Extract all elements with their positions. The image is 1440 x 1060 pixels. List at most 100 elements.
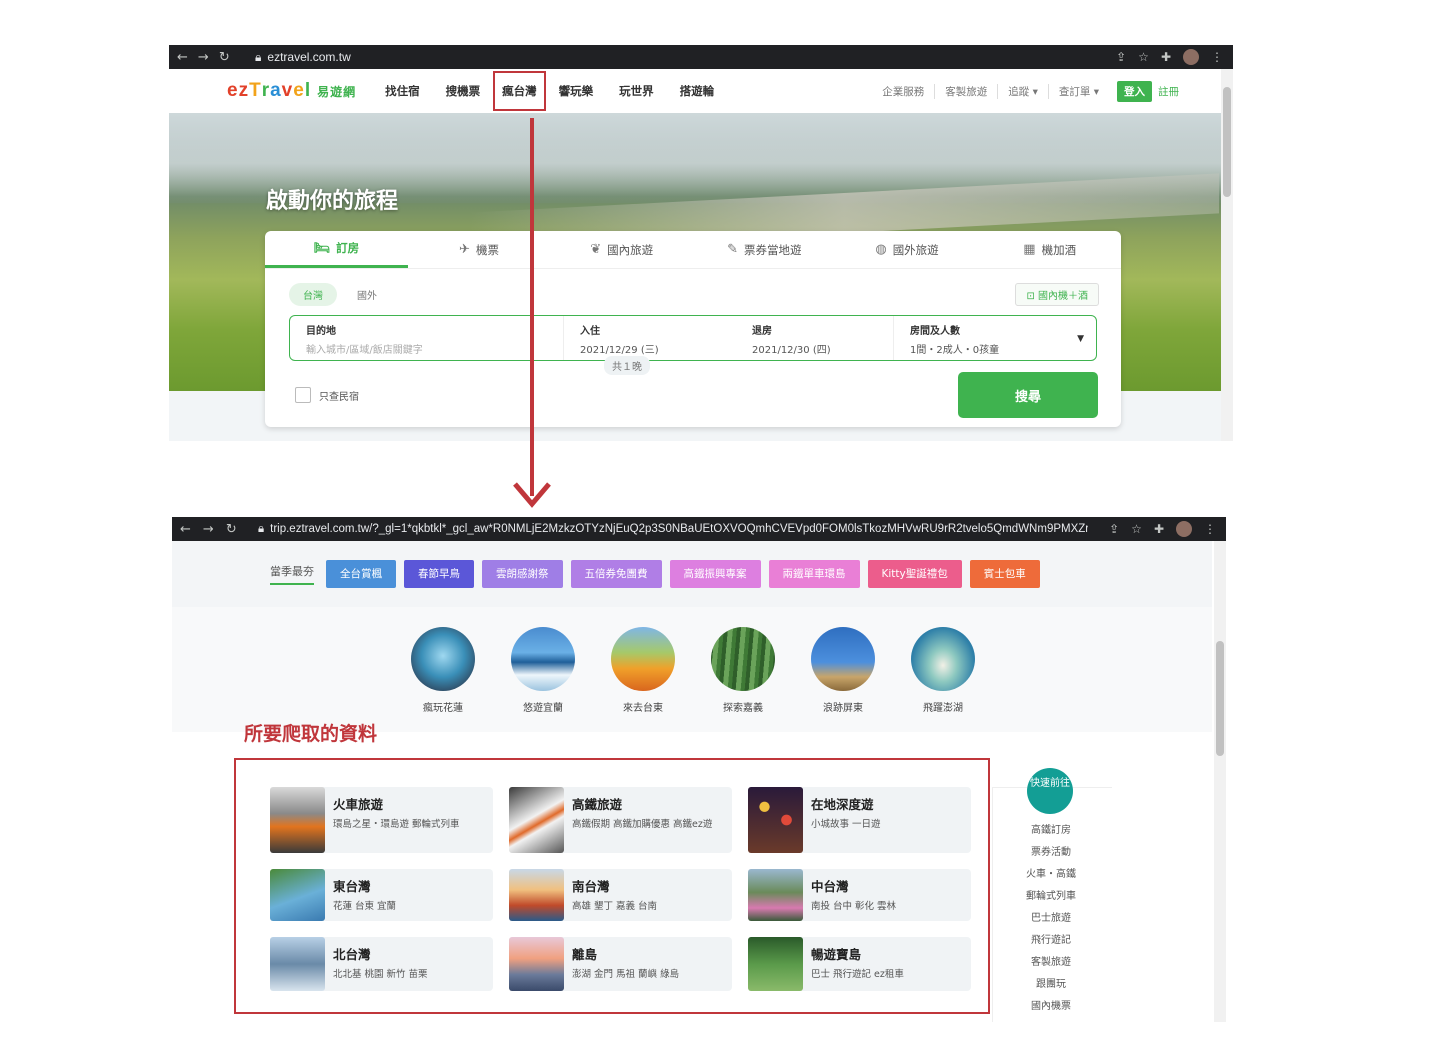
season-chip[interactable]: 賓士包車 bbox=[969, 560, 1040, 588]
scrollbar[interactable] bbox=[1214, 541, 1226, 1022]
reload-icon[interactable]: ↻ bbox=[226, 522, 237, 537]
share-icon[interactable]: ⇪ bbox=[1116, 50, 1126, 64]
puzzle-icon[interactable]: ✚ bbox=[1161, 50, 1171, 64]
hero-title: 啟動你的旅程 bbox=[266, 189, 399, 214]
homestay-checkbox[interactable]: 只查民宿 bbox=[295, 387, 359, 403]
logo[interactable]: ez Tr a v e l 易遊網 bbox=[227, 80, 356, 102]
quick-badge: 快速前往 bbox=[1027, 768, 1073, 814]
search-button[interactable]: 搜尋 bbox=[958, 372, 1098, 418]
corporate-link[interactable]: 企業服務 bbox=[872, 83, 936, 99]
tab-flight[interactable]: ✈︎ 機票 bbox=[408, 231, 551, 268]
chevron-down-icon: ▼ bbox=[1077, 334, 1084, 344]
share-icon[interactable]: ⇪ bbox=[1109, 522, 1119, 536]
destination-hualien[interactable]: 瘋玩花蓮 bbox=[411, 627, 475, 714]
product-card[interactable]: 北台灣 北北基 桃園 新竹 苗栗 bbox=[270, 937, 493, 991]
product-card[interactable]: 高鐵旅遊 高鐵假期 高鐵加購優惠 高鐵ez遊 bbox=[509, 787, 732, 853]
season-chip[interactable]: Kitty聖誕禮包 bbox=[867, 560, 962, 588]
suitcase-icon: ⊡ bbox=[1026, 291, 1038, 302]
arrow-line bbox=[530, 118, 534, 496]
homepage-screenshot: ← → ↻ 🔒︎ eztravel.com.tw ⇪ ☆ ✚ ⋮ ez Tr a v e… bbox=[169, 45, 1233, 441]
season-label: 當季最夯 bbox=[270, 563, 314, 585]
star-icon[interactable]: ☆ bbox=[1138, 50, 1149, 64]
tab-flight-hotel[interactable]: ▦ 機加酒 bbox=[978, 231, 1121, 268]
hotel-icon: ▦ bbox=[1023, 242, 1036, 257]
checkin-field[interactable]: 入住 2021/12/29 (三)共１晚 bbox=[564, 316, 736, 375]
tab-domestic[interactable]: ❦ 國內旅遊 bbox=[550, 231, 693, 268]
season-chip[interactable]: 春節早鳥 bbox=[404, 560, 474, 588]
region-taiwan[interactable]: 台灣 bbox=[289, 283, 337, 306]
address-bar[interactable]: 🔒︎ eztravel.com.tw bbox=[255, 50, 351, 65]
quick-link[interactable]: 票券活動 bbox=[993, 842, 1109, 864]
search-tabs: 🛏︎ 訂房 ✈︎ 機票 ❦ 國內旅遊 ✎ 票券當地遊 ◍ 國外旅遊 ▦ 機加酒 bbox=[265, 231, 1121, 269]
nav-item-fun[interactable]: 響玩樂 bbox=[546, 71, 607, 111]
destination-penghu[interactable]: 飛躍澎湖 bbox=[911, 627, 975, 714]
quick-link[interactable]: 火車・高鐵 bbox=[993, 864, 1109, 886]
region-overseas[interactable]: 國外 bbox=[343, 283, 391, 306]
nav-item-flight[interactable]: 搜機票 bbox=[433, 71, 494, 111]
bed-icon: 🛏︎ bbox=[313, 240, 331, 256]
season-chip[interactable]: 雲朗感謝祭 bbox=[482, 560, 563, 588]
nav-item-hotel[interactable]: 找住宿 bbox=[372, 71, 433, 111]
quick-link[interactable]: 郵輪式列車 bbox=[993, 886, 1109, 908]
avatar[interactable] bbox=[1183, 49, 1199, 65]
product-card[interactable]: 東台灣 花蓮 台東 宜蘭 bbox=[270, 869, 493, 921]
forward-icon[interactable]: → bbox=[203, 522, 214, 537]
sub-nav: 企業服務 客製旅遊 追蹤 ▾ 查訂單 ▾ 登入 註冊 bbox=[872, 80, 1221, 102]
product-card[interactable]: 離島 澎湖 金門 馬祖 蘭嶼 綠島 bbox=[509, 937, 732, 991]
search-fields: 目的地 輸入城市/區域/飯店關鍵字 入住 2021/12/29 (三)共１晚 退… bbox=[289, 315, 1097, 375]
login-button[interactable]: 登入 bbox=[1117, 80, 1152, 102]
forward-icon[interactable]: → bbox=[198, 50, 209, 65]
ticket-icon: ✎ bbox=[727, 242, 739, 257]
season-bar: 當季最夯 全台賞楓 春節早鳥 雲朗感謝祭 五倍券免團費 高鐵振興專案 兩鐵單車環… bbox=[172, 541, 1212, 607]
rooms-field[interactable]: 房間及人數 1間・2成人・0孩童 ▼ bbox=[894, 316, 1096, 360]
product-card[interactable]: 暢遊寶島 巴士 飛行遊記 ez租車 bbox=[748, 937, 971, 991]
season-chip[interactable]: 兩鐵單車環島 bbox=[768, 560, 860, 588]
nav-item-world[interactable]: 玩世界 bbox=[606, 71, 667, 111]
site-header: ez Tr a v e l 易遊網 找住宿 搜機票 瘋台灣 響玩樂 玩世界 搭遊輪 企業服… bbox=[169, 69, 1221, 113]
reload-icon[interactable]: ↻ bbox=[219, 50, 230, 65]
nav-item-cruise[interactable]: 搭遊輪 bbox=[667, 71, 728, 111]
destination-yilan[interactable]: 悠遊宜蘭 bbox=[511, 627, 575, 714]
browser-toolbar: ← → ↻ 🔒︎ eztravel.com.tw ⇪ ☆ ✚ ⋮ bbox=[169, 45, 1233, 69]
tab-tickets[interactable]: ✎ 票券當地遊 bbox=[693, 231, 836, 268]
season-chip[interactable]: 五倍券免團費 bbox=[570, 560, 662, 588]
nav-item-taiwan[interactable]: 瘋台灣 bbox=[493, 71, 546, 111]
season-chip[interactable]: 高鐵振興專案 bbox=[669, 560, 761, 588]
destination-taitung[interactable]: 來去台東 bbox=[611, 627, 675, 714]
quick-link[interactable]: 客製旅遊 bbox=[993, 952, 1109, 974]
quick-link[interactable]: 飛行遊記 bbox=[993, 930, 1109, 952]
tab-overseas[interactable]: ◍ 國外旅遊 bbox=[836, 231, 979, 268]
address-bar[interactable]: 🔒︎ trip.eztravel.com.tw/?_gl=1*qkbtkl*_g… bbox=[258, 523, 1088, 536]
follow-dropdown[interactable]: 追蹤 ▾ bbox=[998, 83, 1049, 99]
globe-icon: ◍ bbox=[875, 242, 887, 257]
menu-icon[interactable]: ⋮ bbox=[1211, 50, 1223, 64]
tab-hotel[interactable]: 🛏︎ 訂房 bbox=[265, 231, 408, 268]
season-chip[interactable]: 全台賞楓 bbox=[326, 560, 396, 588]
avatar[interactable] bbox=[1176, 521, 1192, 537]
quick-link[interactable]: 跟團玩 bbox=[993, 974, 1109, 996]
back-icon[interactable]: ← bbox=[177, 50, 188, 65]
quick-links-panel: 快速前往 高鐵訂房 票券活動 火車・高鐵 郵輪式列車 巴士旅遊 飛行遊記 客製旅… bbox=[992, 768, 1112, 1022]
register-link[interactable]: 註冊 bbox=[1158, 84, 1179, 99]
destination-field[interactable]: 目的地 輸入城市/區域/飯店關鍵字 bbox=[290, 316, 564, 360]
back-icon[interactable]: ← bbox=[180, 522, 191, 537]
destination-chiayi[interactable]: 探索嘉義 bbox=[711, 627, 775, 714]
star-icon[interactable]: ☆ bbox=[1131, 522, 1142, 536]
quick-link[interactable]: 國內機票 bbox=[993, 996, 1109, 1018]
menu-icon[interactable]: ⋮ bbox=[1204, 522, 1216, 536]
browser-toolbar: ← → ↻ 🔒︎ trip.eztravel.com.tw/?_gl=1*qkb… bbox=[172, 517, 1226, 541]
product-card[interactable]: 在地深度遊 小城故事 一日遊 bbox=[748, 787, 971, 853]
flight-hotel-link[interactable]: ⊡ 國內機＋酒 bbox=[1015, 283, 1099, 306]
puzzle-icon[interactable]: ✚ bbox=[1154, 522, 1164, 536]
custom-tour-link[interactable]: 客製旅遊 bbox=[935, 83, 999, 99]
destination-pingtung[interactable]: 浪跡屏東 bbox=[811, 627, 875, 714]
quick-link[interactable]: 高鐵訂房 bbox=[993, 820, 1109, 842]
product-card[interactable]: 南台灣 高雄 墾丁 嘉義 台南 bbox=[509, 869, 732, 921]
product-card[interactable]: 中台灣 南投 台中 彰化 雲林 bbox=[748, 869, 971, 921]
checkout-field[interactable]: 退房 2021/12/30 (四) bbox=[736, 316, 894, 360]
scrollbar[interactable] bbox=[1221, 69, 1233, 441]
region-toggle: 台灣 國外 bbox=[289, 283, 391, 306]
quick-link[interactable]: 巴士旅遊 bbox=[993, 908, 1109, 930]
orders-dropdown[interactable]: 查訂單 ▾ bbox=[1049, 84, 1109, 99]
product-card[interactable]: 火車旅遊 環島之星・環島遊 郵輪式列車 bbox=[270, 787, 493, 853]
